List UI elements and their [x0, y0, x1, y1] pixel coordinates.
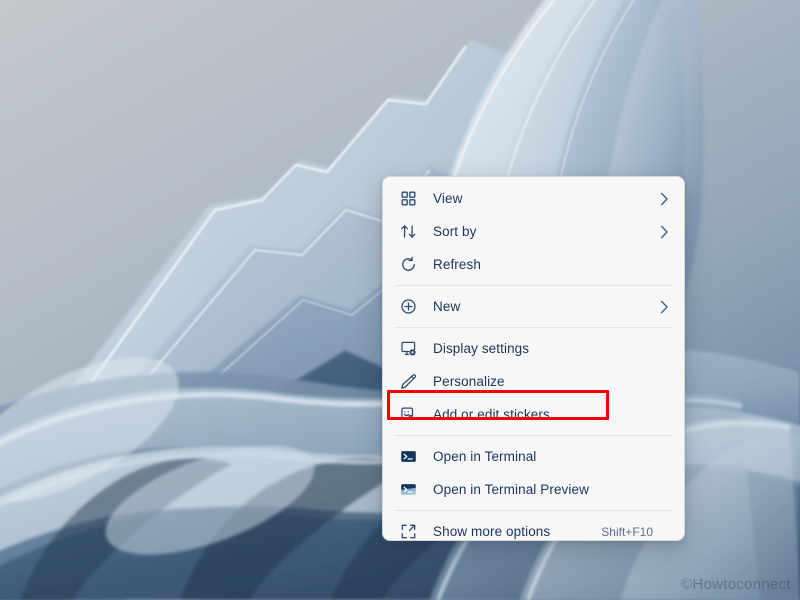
context-menu-label: Open in Terminal [433, 449, 537, 464]
menu-separator [395, 510, 672, 511]
site-watermark: ©Howtoconnect [680, 576, 791, 593]
context-menu-label: Personalize [433, 374, 505, 389]
chevron-right-icon [657, 225, 671, 239]
chevron-right-icon [657, 192, 671, 206]
context-menu-item-view[interactable]: View [388, 182, 679, 215]
expand-options-icon [397, 521, 419, 541]
context-menu-item-open-in-terminal[interactable]: Open in Terminal [388, 440, 679, 473]
terminal-preview-icon [397, 479, 419, 501]
grid-view-icon [397, 188, 419, 210]
context-menu-label: Sort by [433, 224, 477, 239]
keyboard-shortcut-label: Shift+F10 [601, 524, 653, 539]
refresh-circular-arrow-icon [397, 254, 419, 276]
sort-arrows-icon [397, 221, 419, 243]
context-menu-label: Refresh [433, 257, 481, 272]
menu-separator [395, 285, 672, 286]
sticker-smiley-icon [397, 404, 419, 426]
desktop[interactable]: View Sort by Refresh New Display setting… [0, 0, 800, 600]
context-menu-item-new[interactable]: New [388, 290, 679, 323]
context-menu-label: Show more options [433, 524, 551, 539]
context-menu-item-display-settings[interactable]: Display settings [388, 332, 679, 365]
pencil-icon [397, 371, 419, 393]
context-menu-label: Add or edit stickers [433, 407, 550, 422]
context-menu-item-show-more-options[interactable]: Show more options Shift+F10 [388, 515, 679, 541]
plus-circle-icon [397, 296, 419, 318]
context-menu-label: New [433, 299, 461, 314]
context-menu-item-personalize[interactable]: Personalize [388, 365, 679, 398]
context-menu-item-refresh[interactable]: Refresh [388, 248, 679, 281]
context-menu-label: View [433, 191, 463, 206]
menu-separator [395, 327, 672, 328]
context-menu-item-open-in-terminal-preview[interactable]: Open in Terminal Preview [388, 473, 679, 506]
context-menu-label: Display settings [433, 341, 530, 356]
chevron-right-icon [657, 300, 671, 314]
monitor-gear-icon [397, 338, 419, 360]
context-menu-label: Open in Terminal Preview [433, 482, 589, 497]
context-menu-item-sort-by[interactable]: Sort by [388, 215, 679, 248]
context-menu-item-add-or-edit-stickers[interactable]: Add or edit stickers [388, 398, 679, 431]
desktop-context-menu[interactable]: View Sort by Refresh New Display setting… [382, 176, 685, 541]
menu-separator [395, 435, 672, 436]
terminal-icon [397, 446, 419, 468]
